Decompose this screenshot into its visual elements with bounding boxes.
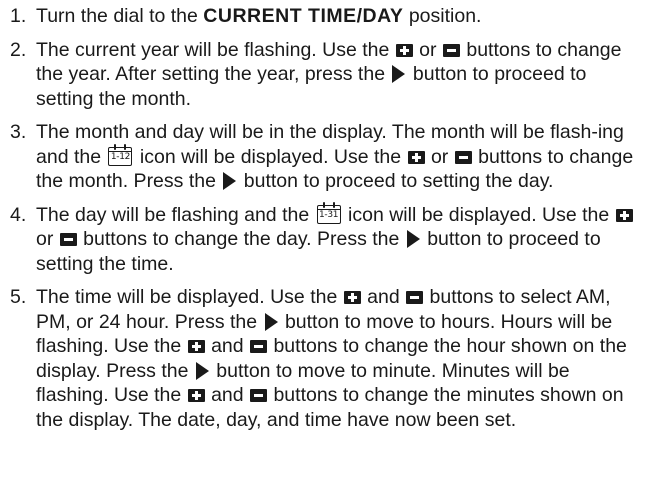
step-text-segment: or (36, 228, 59, 250)
step-text: The month and day will be in the display… (36, 120, 646, 194)
plus-button-icon (187, 389, 205, 402)
step-number: 3. (10, 121, 27, 143)
right-arrow-button-icon (392, 65, 406, 83)
plus-button-icon (343, 291, 361, 304)
plus-button-icon (395, 43, 413, 57)
instructions-document: 1. Turn the dial to the CURRENT TIME/DAY… (0, 0, 656, 500)
step-text: Turn the dial to the CURRENT TIME/DAY po… (36, 4, 646, 29)
step-4: 4. The day will be flashing and the 1-31… (10, 201, 646, 277)
step-1: 1. Turn the dial to the CURRENT TIME/DAY… (10, 4, 646, 29)
calendar-icon-label: 1-31 (318, 209, 339, 220)
plus-button-icon (187, 340, 205, 353)
step-text-segment: The current year will be flashing. Use t… (36, 38, 395, 61)
step-text-segment: icon will be displayed. Use the (342, 203, 615, 226)
plus-button-icon (615, 208, 633, 222)
step-text-segment: and (205, 335, 250, 357)
step-text-segment: and (205, 384, 250, 406)
step-text-segment: or (425, 145, 454, 168)
step-5: 5. The time will be displayed. Use the a… (10, 285, 646, 432)
calendar-day-icon: 1-31 (316, 201, 341, 224)
calendar-month-icon: 1-12 (108, 143, 133, 166)
calendar-icon-label: 1-12 (110, 151, 131, 162)
minus-button-icon (454, 150, 472, 164)
step-text: The time will be displayed. Use the and … (36, 285, 646, 432)
minus-button-icon (442, 43, 460, 57)
dial-position-label: CURRENT TIME/DAY (203, 5, 404, 27)
minus-button-icon (250, 340, 268, 353)
step-text-segment: buttons to change the day. Press the (77, 228, 405, 250)
plus-button-icon (407, 150, 425, 164)
step-text-segment: position. (403, 5, 482, 27)
step-2: 2. The current year will be flashing. Us… (10, 38, 646, 112)
step-text-segment: The day will be flashing and the (36, 203, 315, 226)
step-number: 2. (10, 38, 27, 61)
right-arrow-button-icon (264, 312, 278, 331)
step-text: The current year will be flashing. Use t… (36, 38, 646, 112)
minus-button-icon (59, 233, 77, 246)
minus-button-icon (406, 291, 424, 304)
step-number: 5. (10, 286, 27, 308)
step-text-segment: button to proceed to setting the day. (238, 170, 554, 192)
step-text-segment: and (361, 286, 406, 308)
step-text-segment: or (413, 38, 442, 61)
step-number: 1. (10, 5, 27, 27)
step-text-segment: The time will be displayed. Use the (36, 286, 343, 308)
step-number: 4. (10, 203, 27, 226)
step-3: 3. The month and day will be in the disp… (10, 120, 646, 194)
step-text: The day will be flashing and the 1-31 ic… (36, 201, 646, 277)
step-text-segment: icon will be displayed. Use the (134, 145, 407, 168)
right-arrow-button-icon (195, 361, 209, 380)
right-arrow-button-icon (406, 230, 420, 248)
right-arrow-button-icon (223, 172, 237, 190)
step-text-segment: Turn the dial to the (36, 5, 204, 27)
minus-button-icon (250, 389, 268, 402)
